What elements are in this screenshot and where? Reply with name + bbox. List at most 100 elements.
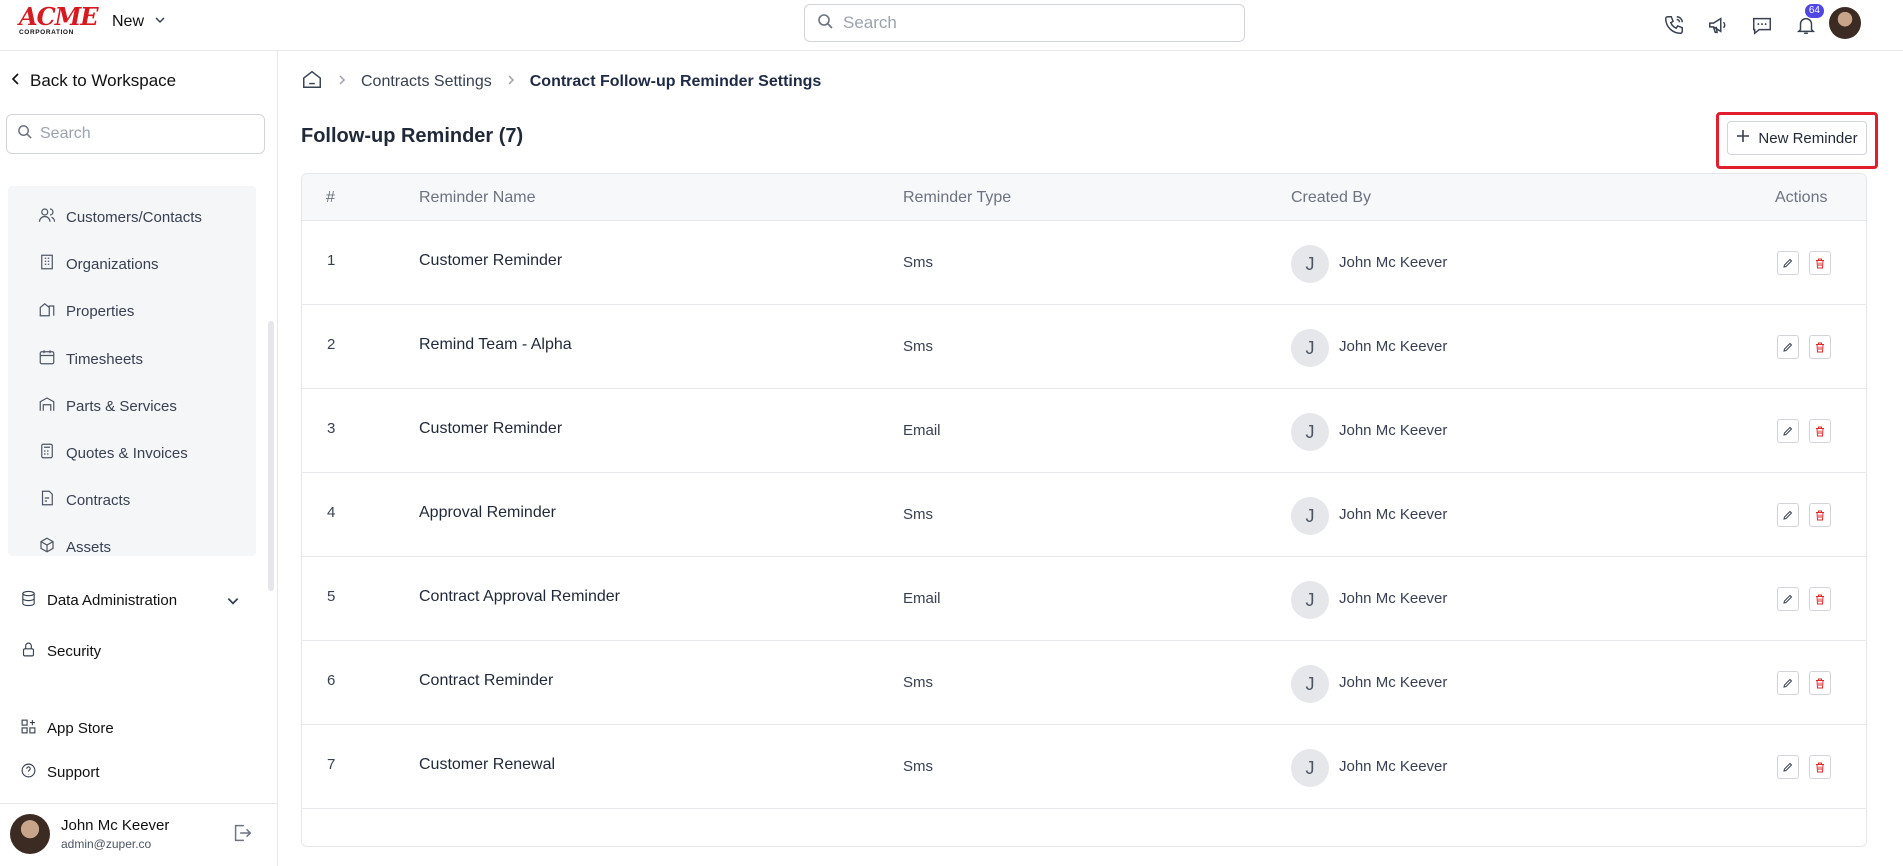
row-number: 3 [327,420,336,437]
edit-icon[interactable] [1777,503,1799,527]
new-reminder-label: New Reminder [1758,129,1858,147]
delete-icon[interactable] [1809,503,1831,527]
edit-icon[interactable] [1777,251,1799,275]
breadcrumb-contracts-settings[interactable]: Contracts Settings [361,73,492,91]
reminder-name[interactable]: Approval Reminder [419,504,556,522]
edit-icon[interactable] [1777,335,1799,359]
reminder-type: Sms [903,674,933,691]
reminder-type: Email [903,422,941,439]
sidebar-item-label: App Store [47,720,114,737]
reminder-name[interactable]: Customer Reminder [419,420,562,438]
warehouse-icon [38,395,56,417]
sidebar-item-app-store[interactable]: App Store [20,718,114,739]
reminder-type: Sms [903,506,933,523]
profile-avatar[interactable] [1829,7,1861,39]
column-header-reminder-name: Reminder Name [419,189,536,206]
delete-icon[interactable] [1809,251,1831,275]
building-icon [38,253,56,275]
new-menu-button[interactable]: New [112,13,166,31]
table-row[interactable]: 5 Contract Approval Reminder Email J Joh… [302,557,1866,641]
sidebar-item-label: Contracts [66,491,131,509]
global-search-box[interactable] [804,4,1245,42]
company-logo[interactable]: ACME CORPORATION [19,5,99,37]
reminder-type: Sms [903,338,933,355]
row-number: 1 [327,252,336,269]
delete-icon[interactable] [1809,335,1831,359]
sidebar-scrollbar[interactable] [268,321,274,591]
database-icon [20,590,37,611]
creator-name: John Mc Keever [1339,338,1448,355]
sidebar-item-label: Quotes & Invoices [66,444,188,462]
table-row[interactable]: 1 Customer Reminder Sms J John Mc Keever [302,221,1866,305]
sidebar-item-label: Data Administration [47,592,178,609]
creator-name: John Mc Keever [1339,758,1448,775]
sidebar-search-input[interactable] [40,125,250,143]
row-number: 6 [327,672,336,689]
table-row[interactable]: 6 Contract Reminder Sms J John Mc Keever [302,641,1866,725]
bell-icon[interactable]: 64 [1784,4,1828,40]
delete-icon[interactable] [1809,587,1831,611]
chevron-down-icon [154,13,166,31]
edit-icon[interactable] [1777,587,1799,611]
sidebar-search-box[interactable] [6,114,265,154]
global-search-input[interactable] [843,13,1223,33]
reminder-name[interactable]: Remind Team - Alpha [419,336,572,354]
sidebar-item-label: Parts & Services [66,397,177,415]
search-icon [817,13,833,34]
sidebar-item-label: Security [47,643,102,660]
table-row[interactable]: 4 Approval Reminder Sms J John Mc Keever [302,473,1866,557]
reminder-name[interactable]: Customer Reminder [419,252,562,270]
sidebar-item-security[interactable]: Security [20,641,101,662]
chevron-right-icon [506,73,516,91]
reminder-name[interactable]: Customer Renewal [419,756,555,774]
table-row[interactable]: 7 Customer Renewal Sms J John Mc Keever [302,725,1866,809]
table-row[interactable]: 3 Customer Reminder Email J John Mc Keev… [302,389,1866,473]
sidebar: Back to Workspace Customers/Contacts Org… [0,51,278,866]
logout-icon[interactable] [231,822,253,849]
breadcrumb: Contracts Settings Contract Follow-up Re… [301,68,821,95]
new-reminder-button[interactable]: New Reminder [1727,121,1867,155]
reminders-table: # Reminder Name Reminder Type Created By… [301,173,1867,847]
sidebar-item-timesheets[interactable]: Timesheets [38,347,143,371]
user-email: admin@zuper.co [61,837,152,851]
delete-icon[interactable] [1809,671,1831,695]
sidebar-item-customers-contacts[interactable]: Customers/Contacts [38,205,202,229]
reminder-name[interactable]: Contract Reminder [419,672,553,690]
calendar-icon [38,348,56,370]
sidebar-item-quotes-invoices[interactable]: Quotes & Invoices [38,441,188,465]
creator-avatar: J [1291,497,1329,535]
chevron-right-icon [337,73,347,91]
sidebar-item-data-administration[interactable]: Data Administration [20,590,177,611]
top-icon-group: 64 [1652,4,1828,40]
back-to-workspace-link[interactable]: Back to Workspace [10,71,176,91]
home-icon[interactable] [301,68,323,95]
user-avatar[interactable] [10,814,50,854]
sidebar-item-support[interactable]: Support [20,762,100,783]
sidebar-item-assets[interactable]: Assets [38,535,111,559]
delete-icon[interactable] [1809,419,1831,443]
chevron-down-icon[interactable] [226,594,240,613]
reminder-name[interactable]: Contract Approval Reminder [419,588,620,606]
sidebar-item-properties[interactable]: Properties [38,299,134,323]
delete-icon[interactable] [1809,755,1831,779]
page-title: Follow-up Reminder (7) [301,125,524,147]
edit-icon[interactable] [1777,671,1799,695]
chat-icon[interactable] [1740,10,1784,40]
table-row[interactable]: 2 Remind Team - Alpha Sms J John Mc Keev… [302,305,1866,389]
sidebar-item-organizations[interactable]: Organizations [38,252,159,276]
sidebar-item-contracts[interactable]: Contracts [38,488,130,512]
sidebar-user-footer: John Mc Keever admin@zuper.co [0,803,278,866]
sidebar-item-parts-services[interactable]: Parts & Services [38,394,177,418]
search-icon [17,124,32,144]
megaphone-icon[interactable] [1696,10,1740,40]
row-number: 2 [327,336,336,353]
reminder-type: Sms [903,758,933,775]
chevron-left-icon [10,71,22,91]
creator-name: John Mc Keever [1339,590,1448,607]
phone-icon[interactable] [1652,10,1696,40]
edit-icon[interactable] [1777,419,1799,443]
sidebar-item-label: Assets [66,538,112,556]
creator-name: John Mc Keever [1339,506,1448,523]
notification-badge: 64 [1804,4,1824,18]
edit-icon[interactable] [1777,755,1799,779]
